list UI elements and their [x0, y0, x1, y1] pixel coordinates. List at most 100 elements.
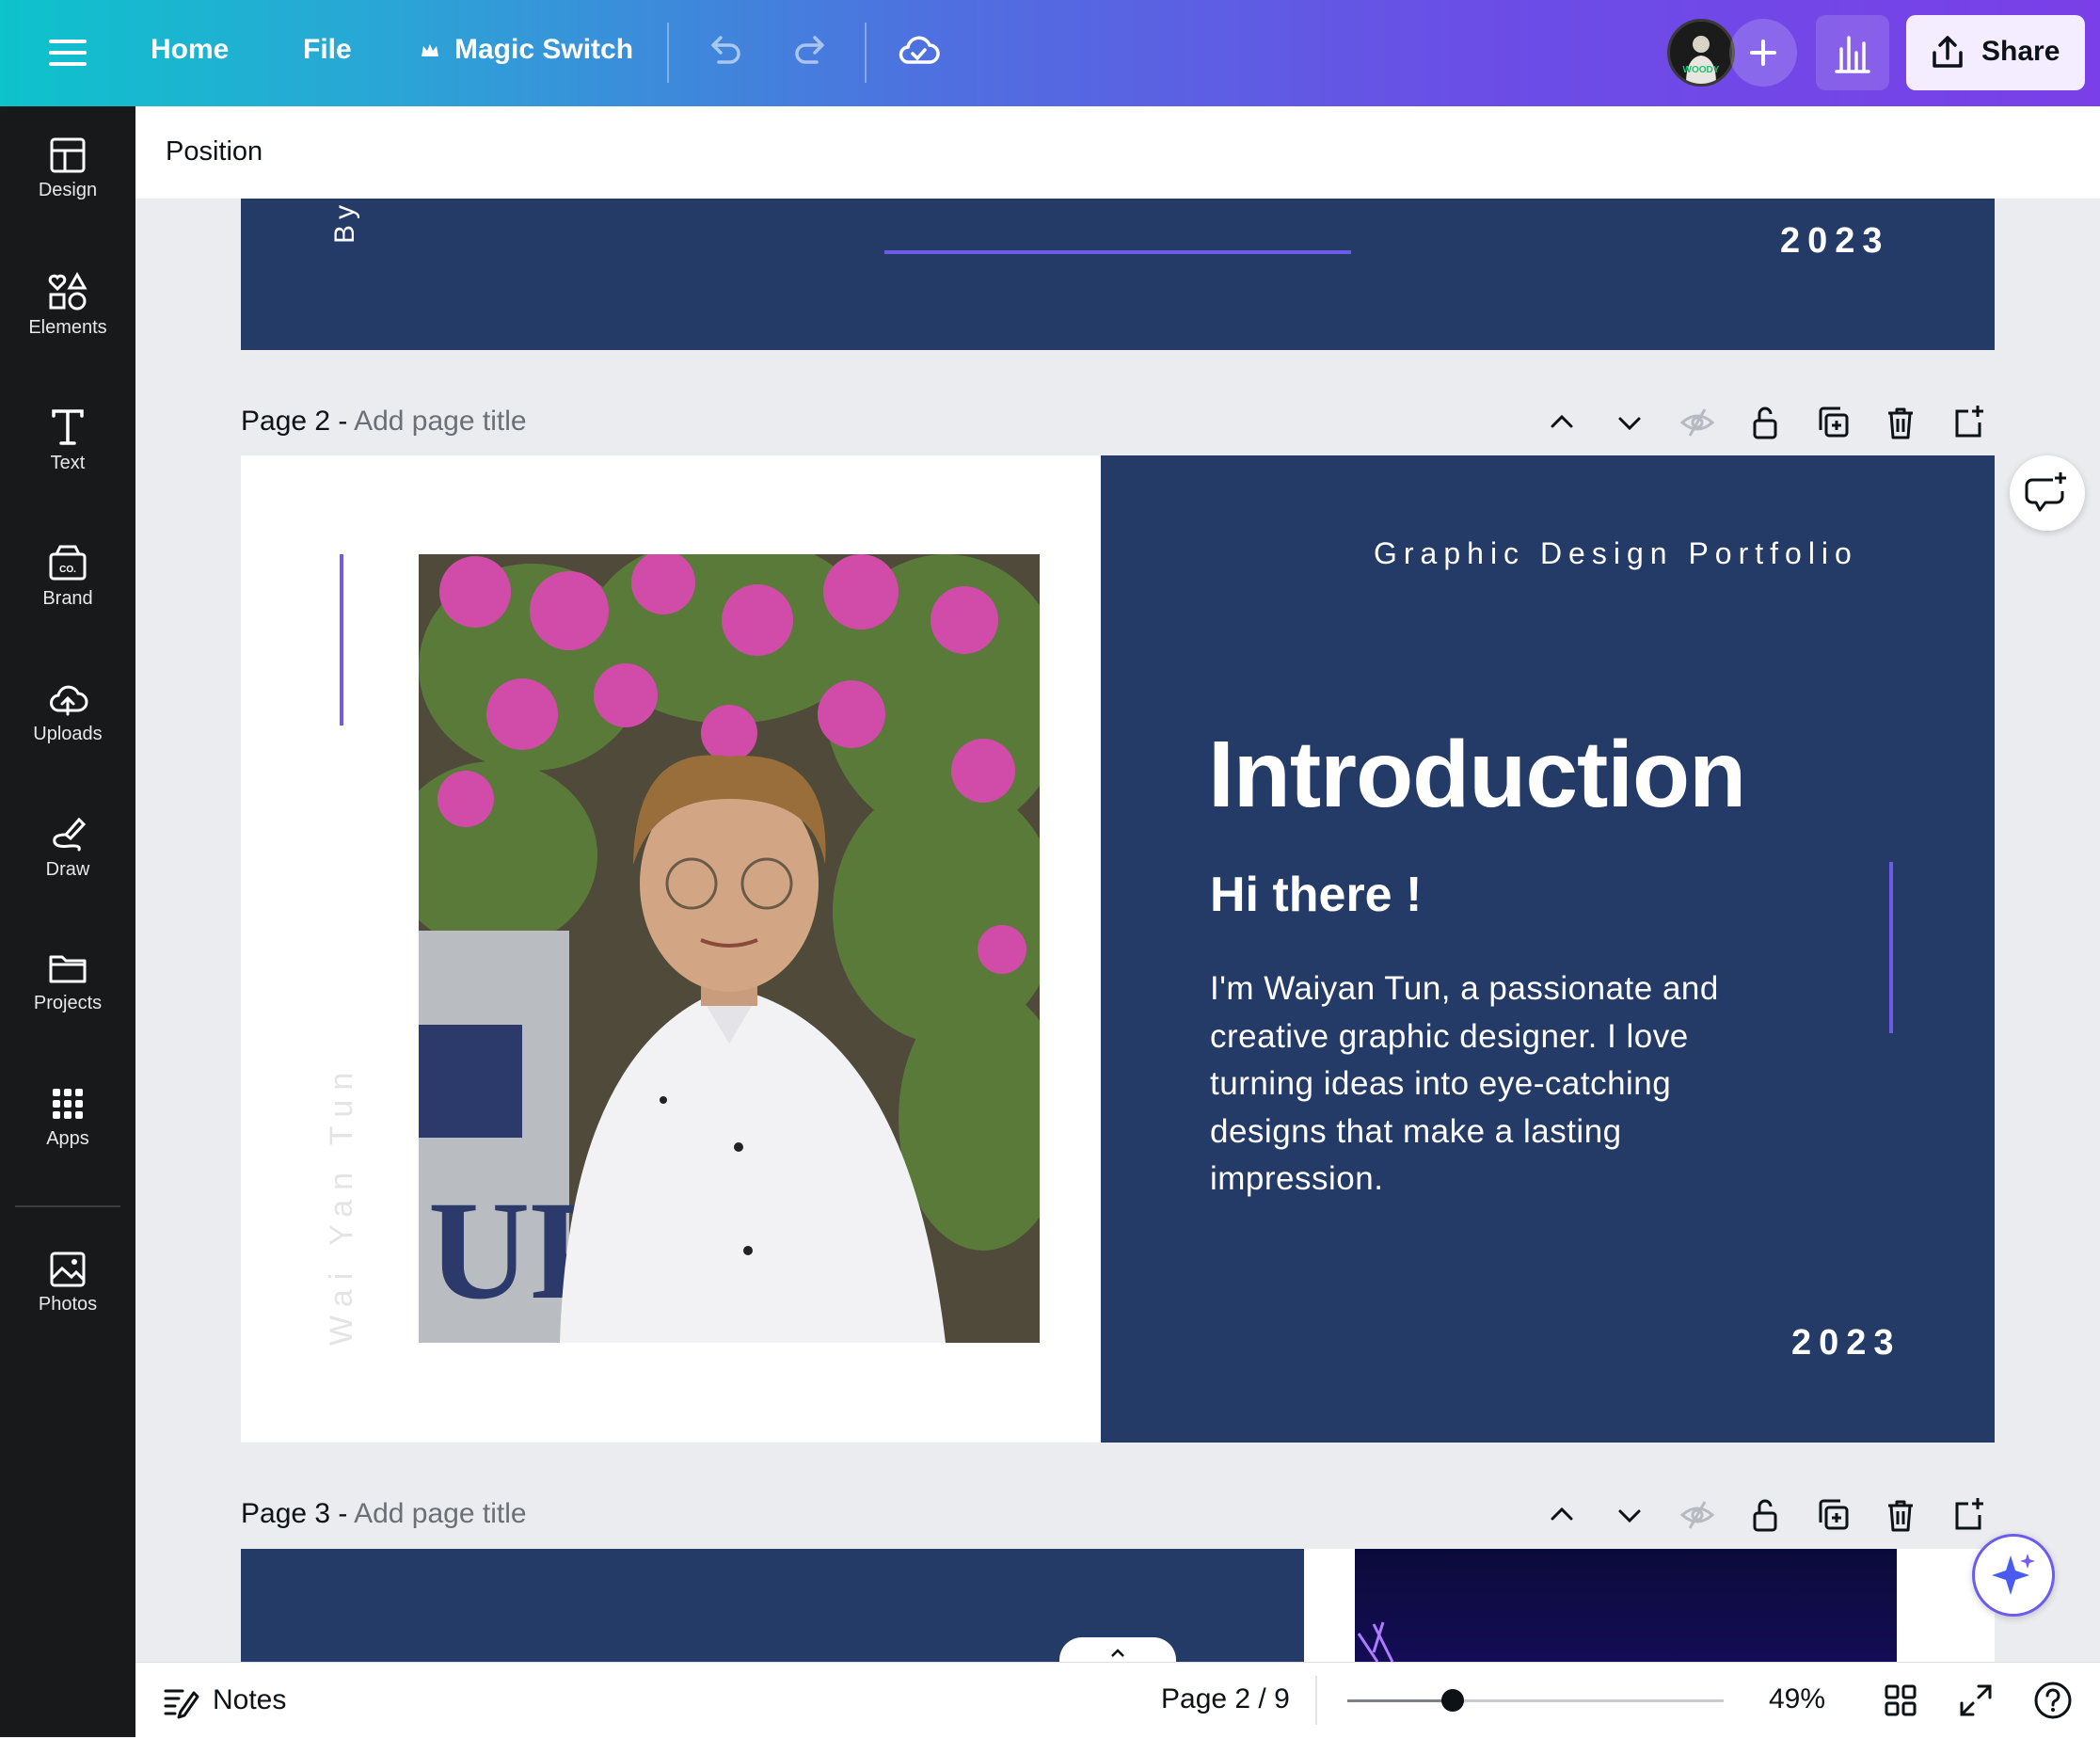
notes-button[interactable]: Notes [162, 1682, 286, 1719]
sidebar-item-elements[interactable]: Elements [0, 272, 135, 385]
accent-bar-vertical [340, 554, 343, 725]
page-3-number: Page 3 - [241, 1498, 355, 1529]
bar-chart-icon [1835, 36, 1870, 73]
home-link[interactable]: Home [151, 34, 229, 66]
page-indicator[interactable]: Page 2 / 9 [1161, 1683, 1290, 1715]
redo-icon[interactable] [790, 30, 832, 76]
page-3-title-input[interactable]: Add page title [354, 1498, 526, 1529]
svg-text:CO.: CO. [59, 565, 76, 575]
sidebar-label: Photos [38, 1294, 98, 1315]
page-1-slide[interactable]: By 2023 [241, 199, 1995, 350]
avatar-text: WOODY [1683, 65, 1720, 75]
draw-icon [53, 817, 87, 852]
sidebar-divider [15, 1205, 120, 1207]
toolbar-divider [865, 23, 867, 83]
zoom-slider-fill [1347, 1699, 1453, 1702]
move-page-down-icon[interactable] [1611, 402, 1648, 443]
add-page-icon[interactable] [1949, 402, 1987, 443]
page-3-image [1355, 1549, 1897, 1662]
lock-page-icon[interactable] [1746, 402, 1784, 443]
sidebar-item-draw[interactable]: Draw [0, 814, 135, 927]
duplicate-page-icon[interactable] [1814, 1494, 1852, 1536]
sparkle-icon [1992, 1554, 2035, 1595]
brand-icon: CO. [49, 545, 87, 581]
zoom-slider[interactable] [1347, 1686, 1724, 1714]
intro-body-line: I'm Waiyan Tun, a passionate and [1210, 970, 1719, 1007]
sidebar-label: Elements [28, 317, 107, 338]
magic-assistant-button[interactable] [1972, 1534, 2055, 1617]
intro-body-line: impression. [1210, 1160, 1384, 1197]
page-2-title-input[interactable]: Add page title [354, 406, 526, 437]
page-2-label: Page 2 - Add page title [241, 406, 527, 438]
move-page-down-icon[interactable] [1611, 1494, 1648, 1536]
delete-page-icon[interactable] [1882, 402, 1919, 443]
page-2-toolbar [1543, 402, 1983, 443]
file-menu[interactable]: File [303, 34, 352, 66]
sidebar-label: Draw [45, 859, 90, 880]
intro-body-line: creative graphic designer. I love [1210, 1017, 1689, 1055]
sidebar-item-text[interactable]: Text [0, 407, 135, 520]
sidebar-item-brand[interactable]: CO. Brand [0, 543, 135, 656]
position-panel-header: Position [135, 106, 2100, 199]
sidebar-label: Uploads [33, 724, 103, 744]
notes-icon [164, 1689, 199, 1719]
cloud-saved-icon[interactable] [896, 30, 941, 76]
menu-icon[interactable] [49, 32, 87, 73]
sidebar-item-projects[interactable]: Projects [0, 949, 135, 1062]
portrait-photo[interactable]: UP [419, 554, 1040, 1343]
hide-page-icon[interactable] [1678, 402, 1716, 443]
undo-icon[interactable] [704, 30, 745, 76]
design-icon [50, 137, 86, 173]
upload-icon [50, 685, 88, 716]
duplicate-page-icon[interactable] [1814, 402, 1852, 443]
intro-title: Introduction [1208, 722, 1746, 827]
top-toolbar: Home File Magic Switch WOODY Share [0, 0, 2100, 106]
add-comment-button[interactable] [2010, 455, 2085, 531]
sidebar-item-photos[interactable]: Photos [0, 1251, 135, 1363]
greeting-text: Hi there ! [1210, 868, 1423, 922]
page-2-slide[interactable]: Wai Yan Tun UP Graphic Design Portfolio … [241, 455, 1995, 1443]
toolbar-divider [667, 23, 669, 83]
magic-switch-button[interactable]: Magic Switch [454, 34, 633, 66]
intro-body: I'm Waiyan Tun, a passionate and creativ… [1210, 965, 1793, 1204]
notes-label: Notes [213, 1684, 287, 1715]
move-page-up-icon[interactable] [1543, 402, 1581, 443]
delete-page-icon[interactable] [1882, 1494, 1919, 1536]
share-button[interactable]: Share [1906, 15, 2085, 90]
sidebar-item-apps[interactable]: Apps [0, 1085, 135, 1198]
left-sidebar: Design Elements Text CO. Brand Uploads D… [0, 106, 135, 1737]
user-avatar[interactable]: WOODY [1667, 19, 1735, 87]
intro-body-line: turning ideas into eye-catching [1210, 1065, 1672, 1102]
page-3-toolbar [1543, 1494, 1983, 1536]
folder-icon [49, 955, 87, 983]
add-collaborator-button[interactable] [1729, 19, 1797, 87]
help-icon[interactable] [2032, 1680, 2074, 1726]
sidebar-item-uploads[interactable]: Uploads [0, 678, 135, 791]
portfolio-heading: Graphic Design Portfolio [1374, 536, 1858, 570]
sidebar-label: Design [38, 180, 98, 200]
page-2-number: Page 2 - [241, 406, 355, 437]
fullscreen-icon[interactable] [1957, 1682, 1995, 1724]
add-page-icon[interactable] [1949, 1494, 1987, 1536]
sidebar-item-design[interactable]: Design [0, 136, 135, 249]
page-3-label: Page 3 - Add page title [241, 1498, 527, 1530]
zoom-slider-thumb[interactable] [1441, 1689, 1464, 1712]
share-label: Share [1981, 36, 2060, 67]
lock-page-icon[interactable] [1746, 1494, 1784, 1536]
sidebar-label: Text [50, 453, 86, 473]
insights-button[interactable] [1816, 15, 1889, 90]
apps-icon [53, 1089, 83, 1119]
sidebar-label: Projects [33, 993, 103, 1013]
intro-panel: Graphic Design Portfolio Introduction Hi… [1101, 455, 1995, 1443]
hide-page-icon[interactable] [1678, 1494, 1716, 1536]
intro-body-line: designs that make a lasting [1210, 1112, 1622, 1150]
zoom-percentage[interactable]: 49% [1769, 1683, 1825, 1715]
sidebar-label: Brand [42, 588, 93, 609]
bottom-divider [1315, 1676, 1317, 1725]
grid-view-icon[interactable] [1882, 1682, 1919, 1724]
move-page-up-icon[interactable] [1543, 1494, 1581, 1536]
bottom-bar: Notes Page 2 / 9 49% [135, 1662, 2100, 1738]
page-1-year: 2023 [1780, 221, 1890, 261]
elements-icon [48, 272, 88, 311]
photos-icon [50, 1252, 86, 1287]
